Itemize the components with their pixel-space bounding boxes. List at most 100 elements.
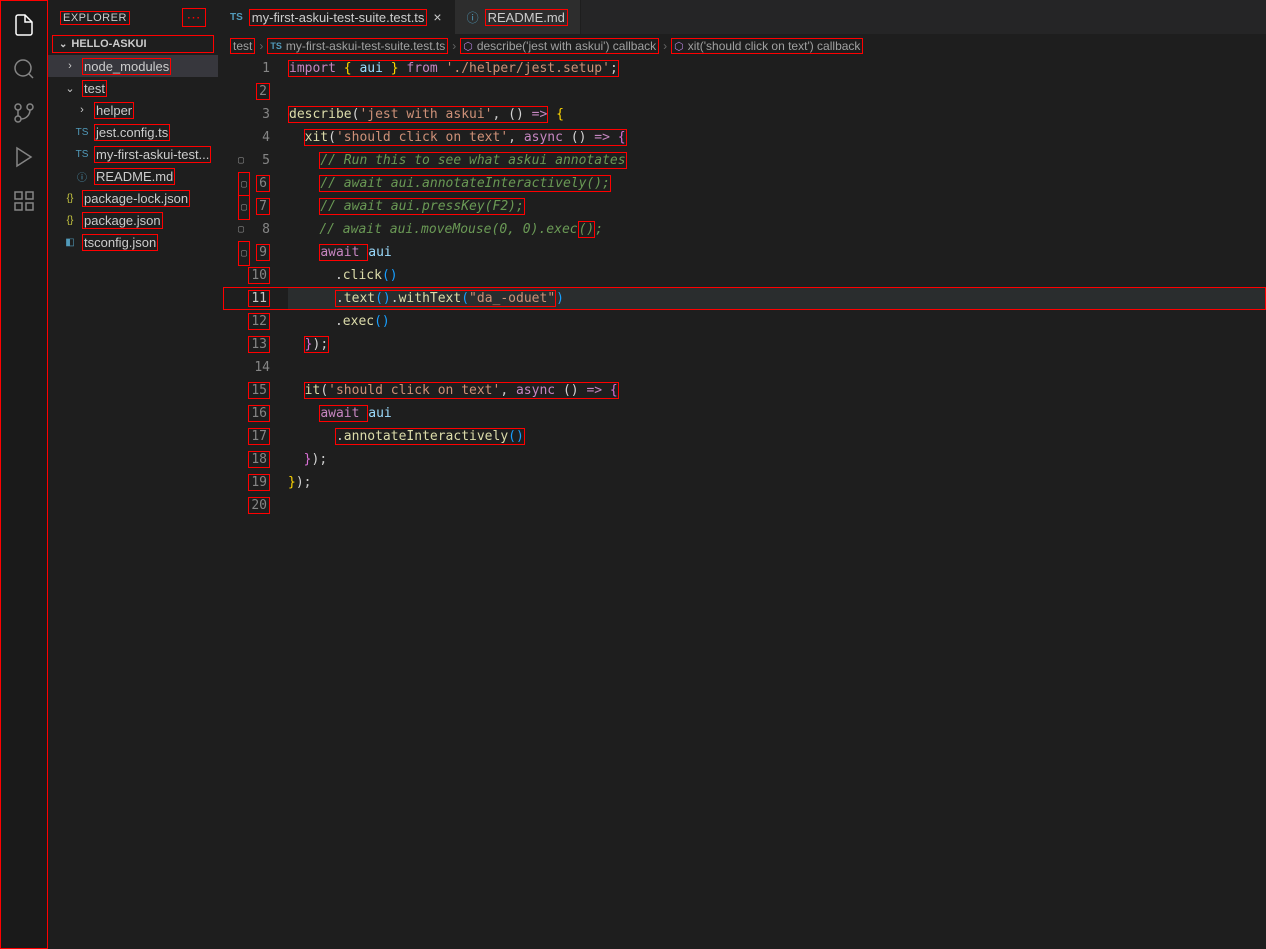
tree-item-jest-config-ts[interactable]: TSjest.config.ts — [48, 121, 218, 143]
line-number: 16 — [218, 402, 270, 425]
chevron-right-icon: › — [62, 60, 78, 72]
line-number: ▢9 — [218, 241, 270, 264]
line-number: 2 — [218, 80, 270, 103]
chevron-down-icon: ⌄ — [62, 82, 78, 95]
sidebar-title: EXPLORER — [60, 11, 130, 25]
tree-item-label: jest.config.ts — [94, 124, 170, 141]
line-number: 3 — [218, 103, 270, 126]
code-line[interactable]: }); — [288, 471, 1266, 494]
sidebar-header: EXPLORER ⋯ — [48, 0, 218, 35]
tree-item-label: test — [82, 80, 107, 97]
breadcrumb-item[interactable]: ⬡ xit('should click on text') callback — [671, 38, 863, 54]
code-line[interactable]: }); — [288, 448, 1266, 471]
editor-area: TS my-first-askui-test-suite.test.ts × ⓘ REA… — [218, 0, 1266, 949]
code-line[interactable]: .annotateInteractively() — [288, 425, 1266, 448]
line-number: 10 — [218, 264, 270, 287]
extensions-icon[interactable] — [8, 185, 40, 217]
breadcrumb-item[interactable]: TS my-first-askui-test-suite.test.ts — [267, 38, 448, 54]
breadcrumb-item[interactable]: test — [230, 38, 255, 54]
code-line[interactable]: }); — [288, 333, 1266, 356]
folder-header[interactable]: ⌄ HELLO-ASKUI — [52, 35, 214, 53]
tree-item-package-json[interactable]: {} package.json — [48, 209, 218, 231]
breadcrumb-label: xit('should click on text') callback — [688, 39, 861, 53]
sidebar-actions-icon[interactable]: ⋯ — [182, 8, 207, 27]
info-file-icon: ⓘ — [74, 169, 90, 184]
code-line[interactable] — [288, 356, 1266, 379]
line-number: 18 — [218, 448, 270, 471]
tree-item-node-modules[interactable]: › node_modules — [48, 55, 218, 77]
code-line[interactable] — [288, 494, 1266, 517]
tree-item-helper[interactable]: › helper — [48, 99, 218, 121]
code-line[interactable]: // Run this to see what askui annotates — [288, 149, 1266, 172]
tree-item-label: my-first-askui-test... — [94, 146, 211, 163]
code-line[interactable]: await aui — [288, 241, 1266, 264]
sidebar: EXPLORER ⋯ ⌄ HELLO-ASKUI › node_modules ⌄ t… — [48, 0, 218, 949]
code-line[interactable] — [288, 80, 1266, 103]
tree-item-label: package.json — [82, 212, 163, 229]
code-line[interactable]: .exec() — [288, 310, 1266, 333]
code-line[interactable]: await aui — [288, 402, 1266, 425]
code-line[interactable]: // await aui.pressKey(F2); — [288, 195, 1266, 218]
json-file-icon: {} — [62, 215, 78, 226]
tree-item-label: helper — [94, 102, 134, 119]
tree-item-test[interactable]: ⌄ test — [48, 77, 218, 99]
line-gutter: 1234▢5▢6▢7▢8▢91011121314151617181920 — [218, 57, 288, 949]
breadcrumb-label: test — [233, 39, 252, 53]
line-number: 17 — [218, 425, 270, 448]
code-line[interactable]: .text().withText("da_-oduet") — [288, 287, 1266, 310]
line-number: 1 — [218, 57, 270, 80]
gutter-bookmark-icon: ▢ — [238, 218, 244, 241]
breadcrumb-separator-icon: › — [452, 39, 456, 53]
source-control-icon[interactable] — [8, 97, 40, 129]
line-number: ▢5 — [218, 149, 270, 172]
files-icon[interactable] — [8, 9, 40, 41]
line-number: 11 — [218, 287, 270, 310]
code-line[interactable]: xit('should click on text', async () => … — [288, 126, 1266, 149]
symbol-icon: ⬡ — [463, 40, 473, 53]
code-line[interactable]: it('should click on text', async () => { — [288, 379, 1266, 402]
line-number: ▢6 — [218, 172, 270, 195]
file-tree: ›node_modules⌄test›helperTSjest.config.t… — [48, 53, 218, 949]
breadcrumbs[interactable]: test › TS my-first-askui-test-suite.test.ts… — [218, 35, 1266, 57]
code-editor[interactable]: 1234▢5▢6▢7▢8▢91011121314151617181920 imp… — [218, 57, 1266, 949]
line-number: 13 — [218, 333, 270, 356]
tabs: TS my-first-askui-test-suite.test.ts × ⓘ REA… — [218, 0, 1266, 35]
run-debug-icon[interactable] — [8, 141, 40, 173]
code-line[interactable]: .click() — [288, 264, 1266, 287]
line-number: 19 — [218, 471, 270, 494]
breadcrumb-separator-icon: › — [663, 39, 667, 53]
json-file-icon: {} — [62, 193, 78, 204]
tree-item-package-lock-json[interactable]: {} package-lock.json — [48, 187, 218, 209]
breadcrumb-label: my-first-askui-test-suite.test.ts — [286, 39, 445, 53]
ts-file-icon: TS — [270, 41, 282, 51]
info-file-icon: ⓘ — [467, 9, 479, 26]
breadcrumb-item[interactable]: ⬡describe('jest with askui') callback — [460, 38, 659, 54]
tsconfig-file-icon: ◧ — [62, 237, 78, 248]
tab-label: README.md — [485, 9, 568, 26]
activity-bar — [0, 0, 48, 949]
tree-item-my-first-askui-test---[interactable]: TS my-first-askui-test... — [48, 143, 218, 165]
line-number: 14 — [218, 356, 270, 379]
close-icon[interactable]: × — [433, 9, 441, 25]
tab-my-first-askui-test-suite-test-ts[interactable]: TS my-first-askui-test-suite.test.ts × — [218, 0, 455, 34]
tab-label: my-first-askui-test-suite.test.ts — [249, 9, 428, 26]
tree-item-label: package-lock.json — [82, 190, 190, 207]
tree-item-label: tsconfig.json — [82, 234, 158, 251]
chevron-right-icon: › — [74, 104, 90, 116]
ts-file-icon: TS — [230, 12, 243, 23]
tree-item-tsconfig-json[interactable]: ◧ tsconfig.json — [48, 231, 218, 253]
symbol-icon: ⬡ — [674, 40, 684, 53]
code-line[interactable]: import { aui } from './helper/jest.setup… — [288, 57, 1266, 80]
line-number: 4 — [218, 126, 270, 149]
tab-readme-md[interactable]: ⓘ README.md — [455, 0, 581, 34]
tree-item-readme-md[interactable]: ⓘREADME.md — [48, 165, 218, 187]
code-line[interactable]: describe('jest with askui', () => { — [288, 103, 1266, 126]
line-number: ▢8 — [218, 218, 270, 241]
code-line[interactable]: // await aui.moveMouse(0, 0).exec(); — [288, 218, 1266, 241]
gutter-bookmark-icon: ▢ — [238, 172, 250, 197]
code-content[interactable]: import { aui } from './helper/jest.setup… — [288, 57, 1266, 949]
code-line[interactable]: // await aui.annotateInteractively(); — [288, 172, 1266, 195]
tree-item-label: node_modules — [82, 58, 171, 75]
ts-file-icon: TS — [74, 149, 90, 160]
search-icon[interactable] — [8, 53, 40, 85]
